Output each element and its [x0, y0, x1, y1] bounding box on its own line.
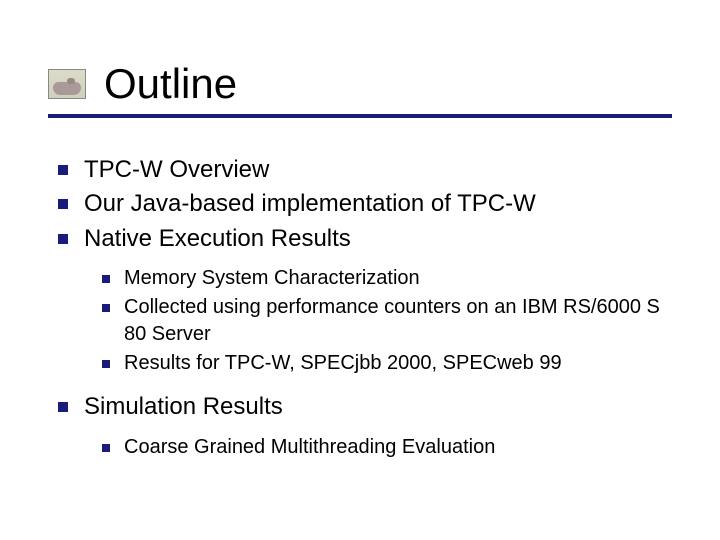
list-item-text: Memory System Characterization — [124, 265, 672, 292]
bullet-list: TPC-W Overview Our Java-based implementa… — [58, 154, 672, 255]
square-bullet-icon — [58, 199, 68, 209]
list-item: Memory System Characterization — [102, 265, 672, 292]
list-item-text: Native Execution Results — [84, 223, 672, 255]
slide: Outline TPC-W Overview Our Java-based im… — [0, 0, 720, 540]
title-underline — [48, 114, 672, 118]
square-bullet-icon — [58, 165, 68, 175]
slide-content: TPC-W Overview Our Java-based implementa… — [48, 154, 672, 461]
list-item-text: Collected using performance counters on … — [124, 294, 672, 348]
list-item: Results for TPC-W, SPECjbb 2000, SPECweb… — [102, 350, 672, 377]
list-item: Native Execution Results — [58, 223, 672, 255]
list-item-text: Simulation Results — [84, 391, 672, 423]
sub-bullet-list: Coarse Grained Multithreading Evaluation — [58, 434, 672, 461]
logo-icon — [48, 69, 86, 99]
sub-bullet-list: Memory System Characterization Collected… — [58, 265, 672, 377]
list-item-text: Coarse Grained Multithreading Evaluation — [124, 434, 672, 461]
square-bullet-icon — [58, 402, 68, 412]
square-bullet-icon — [102, 304, 110, 312]
square-bullet-icon — [58, 234, 68, 244]
square-bullet-icon — [102, 444, 110, 452]
square-bullet-icon — [102, 275, 110, 283]
list-item: Simulation Results — [58, 391, 672, 423]
list-item: Coarse Grained Multithreading Evaluation — [102, 434, 672, 461]
list-item: Our Java-based implementation of TPC-W — [58, 188, 672, 220]
list-item: Collected using performance counters on … — [102, 294, 672, 348]
list-item: TPC-W Overview — [58, 154, 672, 186]
square-bullet-icon — [102, 360, 110, 368]
list-item-text: TPC-W Overview — [84, 154, 672, 186]
list-item-text: Results for TPC-W, SPECjbb 2000, SPECweb… — [124, 350, 672, 377]
list-item-text: Our Java-based implementation of TPC-W — [84, 188, 672, 220]
bullet-list: Simulation Results — [58, 391, 672, 423]
slide-title: Outline — [104, 60, 237, 108]
slide-header: Outline — [48, 60, 672, 108]
